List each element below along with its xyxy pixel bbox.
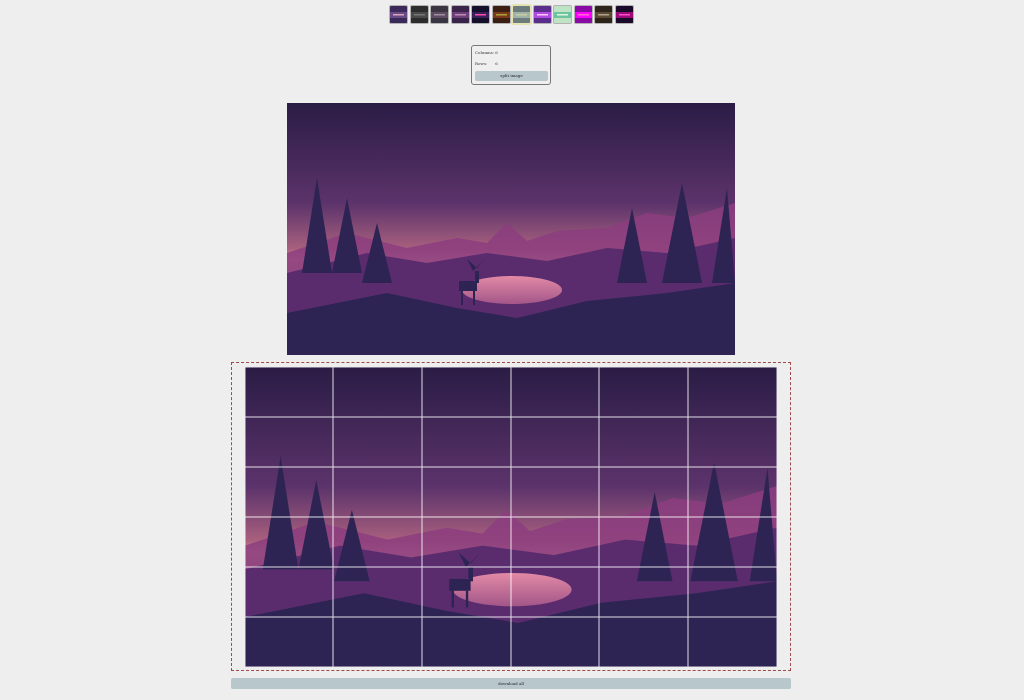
grid-tile[interactable] xyxy=(333,567,422,617)
grid-tile[interactable] xyxy=(599,517,688,567)
download-all-button[interactable]: download all xyxy=(231,678,791,689)
grid-tile[interactable] xyxy=(688,567,777,617)
thumb-1[interactable] xyxy=(390,6,407,23)
source-image-preview xyxy=(287,103,735,355)
thumbnail-strip xyxy=(390,6,640,24)
thumb-3[interactable] xyxy=(431,6,448,23)
grid-tile[interactable] xyxy=(511,567,600,617)
grid-tile[interactable] xyxy=(422,417,511,467)
split-grid xyxy=(245,367,777,667)
thumb-9[interactable] xyxy=(554,6,571,23)
grid-tile[interactable] xyxy=(245,517,333,567)
split-image-button[interactable]: split image xyxy=(475,71,548,81)
grid-tile[interactable] xyxy=(511,617,600,667)
grid-tile[interactable] xyxy=(599,367,688,417)
columns-row: Columns: 6 xyxy=(475,50,515,56)
thumb-5[interactable] xyxy=(472,6,489,23)
grid-tile[interactable] xyxy=(333,617,422,667)
grid-tile[interactable] xyxy=(599,617,688,667)
grid-tile[interactable] xyxy=(333,517,422,567)
grid-tile[interactable] xyxy=(599,417,688,467)
thumb-2[interactable] xyxy=(410,6,428,23)
grid-tile[interactable] xyxy=(511,417,600,467)
thumb-8[interactable] xyxy=(533,6,551,23)
split-controls: Columns: 6 Rows: 6 split image xyxy=(471,45,551,85)
grid-tile[interactable] xyxy=(422,567,511,617)
grid-tile[interactable] xyxy=(333,467,422,517)
grid-tile[interactable] xyxy=(511,367,600,417)
rows-input[interactable]: 6 xyxy=(495,61,515,67)
landscape-image xyxy=(287,103,735,355)
grid-tile[interactable] xyxy=(333,417,422,467)
thumb-12[interactable] xyxy=(615,6,633,23)
grid-tile[interactable] xyxy=(422,517,511,567)
thumb-11[interactable] xyxy=(595,6,612,23)
rows-label: Rows: xyxy=(475,61,488,66)
thumb-6[interactable] xyxy=(492,6,510,23)
grid-tile[interactable] xyxy=(688,617,777,667)
grid-tile[interactable] xyxy=(688,517,777,567)
columns-label: Columns: xyxy=(475,50,495,55)
thumb-4[interactable] xyxy=(451,6,469,23)
grid-tile[interactable] xyxy=(599,467,688,517)
grid-tile[interactable] xyxy=(511,467,600,517)
rows-row: Rows: 6 xyxy=(475,61,515,67)
grid-tile[interactable] xyxy=(245,617,333,667)
thumb-10[interactable] xyxy=(574,6,592,23)
grid-tile[interactable] xyxy=(245,467,333,517)
grid-tile[interactable] xyxy=(245,367,333,417)
grid-tile[interactable] xyxy=(688,417,777,467)
columns-input[interactable]: 6 xyxy=(495,50,515,56)
grid-tile[interactable] xyxy=(245,567,333,617)
grid-tile[interactable] xyxy=(599,567,688,617)
grid-tile[interactable] xyxy=(333,367,422,417)
grid-tile[interactable] xyxy=(688,467,777,517)
thumb-7[interactable] xyxy=(513,6,530,23)
grid-tile[interactable] xyxy=(422,617,511,667)
grid-tile[interactable] xyxy=(688,367,777,417)
grid-tile[interactable] xyxy=(422,367,511,417)
grid-tile[interactable] xyxy=(245,417,333,467)
grid-tile[interactable] xyxy=(422,467,511,517)
grid-tile[interactable] xyxy=(511,517,600,567)
